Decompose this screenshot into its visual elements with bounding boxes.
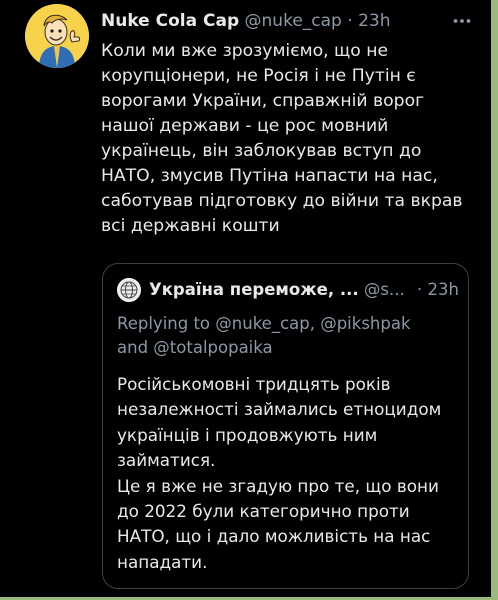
replying-and: and xyxy=(117,338,149,357)
replying-last-handle[interactable]: @totalpopaika xyxy=(153,338,272,357)
tweet-card: Nuke Cola Cap @nuke_cap · 23h Коли ми вж… xyxy=(0,0,498,600)
replying-to-line: Replying to @nuke_cap, @pikshpak and @to… xyxy=(117,312,457,360)
tweet-timestamp[interactable]: 23h xyxy=(358,11,390,31)
quoted-header-separator: · xyxy=(417,280,423,299)
quoted-tweet-header: Україна переможе, ... @s... · 23h xyxy=(149,278,459,302)
author-display-name[interactable]: Nuke Cola Cap xyxy=(101,11,239,31)
globe-avatar-icon[interactable] xyxy=(117,278,141,302)
replying-prefix: Replying to xyxy=(117,314,211,333)
quoted-author-handle[interactable]: @s... xyxy=(364,280,405,299)
author-handle[interactable]: @nuke_cap xyxy=(245,11,342,31)
vault-boy-avatar-icon[interactable] xyxy=(25,4,89,68)
tweet-header: Nuke Cola Cap @nuke_cap · 23h xyxy=(101,9,481,33)
quoted-author-display-name[interactable]: Україна переможе, ... xyxy=(149,280,359,299)
more-horizontal-icon[interactable] xyxy=(452,11,472,31)
window-edge xyxy=(491,0,498,600)
header-separator: · xyxy=(347,11,353,31)
quoted-tweet-timestamp[interactable]: 23h xyxy=(428,280,459,299)
quoted-tweet[interactable]: Україна переможе, ... @s... · 23h Replyi… xyxy=(102,263,469,589)
tweet-body-text: Коли ми вже зрозуміємо, що не корупціоне… xyxy=(101,41,463,236)
replying-to-handles[interactable]: @nuke_cap, @pikshpak xyxy=(215,314,410,333)
quoted-tweet-body-text: Російськомовні тридцять років незалежнос… xyxy=(117,374,442,572)
